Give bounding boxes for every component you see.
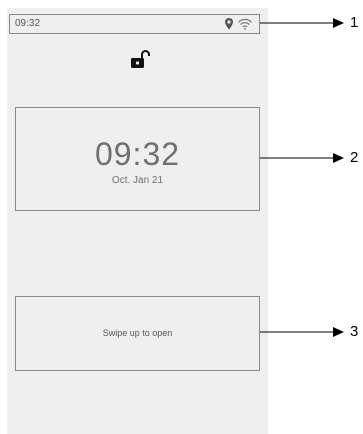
callout-label-2: 2: [350, 149, 359, 166]
callout-arrowhead-3: [333, 327, 344, 337]
callout-label-1: 1: [350, 14, 359, 31]
diagram-canvas: 09:32 09:32 Oct. Jan 21 Swipe up to open: [0, 0, 363, 434]
callout-arrows: [260, 18, 344, 337]
callout-arrowhead-1: [333, 18, 344, 28]
callout-arrowhead-2: [333, 153, 344, 163]
callout-label-3: 3: [350, 323, 359, 340]
